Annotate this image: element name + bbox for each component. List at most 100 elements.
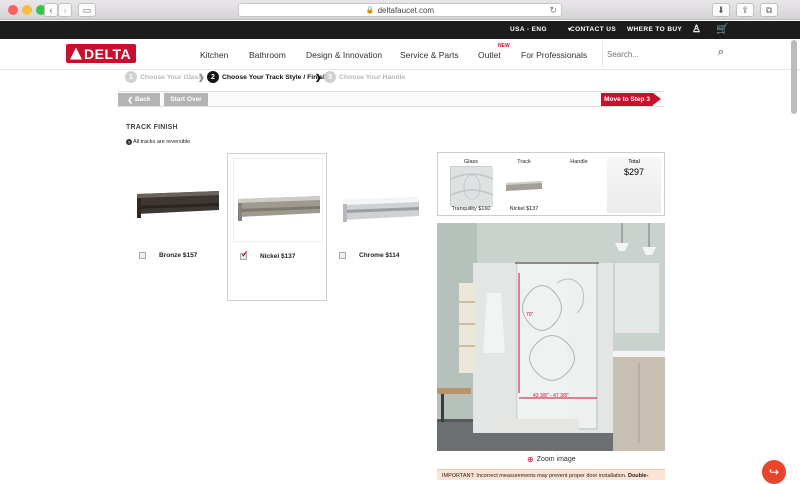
glass-pattern-graphic — [450, 167, 494, 207]
summary-handle: Handle — [552, 153, 606, 217]
page-scrollbar[interactable] — [791, 40, 797, 114]
where-to-buy-link[interactable]: WHERE TO BUY — [627, 26, 682, 33]
sidebar-toggle-button[interactable]: ▭ — [78, 3, 96, 17]
tabs-button[interactable]: ⧉ — [760, 3, 778, 17]
glass-thumbnail — [450, 166, 494, 207]
option-label[interactable]: ✓ Nickel $137 — [240, 249, 296, 260]
track-nickel-graphic — [238, 196, 320, 221]
step-label: Choose Your Handle — [339, 73, 406, 81]
search-box: ⌕ — [602, 41, 730, 67]
chevron-right-icon: ❯ — [198, 73, 205, 82]
track-bronze-graphic — [137, 191, 219, 218]
total-header: Total — [628, 159, 640, 165]
track-option-chrome[interactable]: Chrome $114 — [327, 153, 427, 301]
zoom-icon: ⊕ — [527, 455, 534, 464]
action-bar: ❮ Back Start Over Move to Step 3 — [118, 91, 664, 107]
track-caption: Nickel $137 — [509, 206, 539, 212]
step-label: Choose Your Track Style / Finish — [222, 73, 328, 81]
move-to-step-3-button[interactable]: Move to Step 3 — [601, 93, 653, 106]
nav-kitchen[interactable]: Kitchen — [200, 50, 228, 60]
checkbox[interactable] — [339, 252, 346, 259]
step-2[interactable]: 2 Choose Your Track Style / Finish — [207, 71, 327, 83]
new-badge: NEW — [498, 43, 510, 49]
track-thumbnail — [506, 181, 542, 191]
sidebar-icon: ▭ — [82, 4, 92, 15]
search-input[interactable] — [607, 47, 707, 61]
url-text: deltafaucet.com — [377, 5, 435, 15]
share-button[interactable]: ↪ — [762, 460, 786, 484]
arrow-right-icon[interactable] — [653, 93, 661, 105]
handle-header: Handle — [570, 159, 588, 165]
zoom-image-link[interactable]: ⊕ Zoom image — [527, 455, 576, 464]
delta-triangle-icon — [70, 47, 82, 60]
chevron-left-icon: ‹ — [49, 5, 53, 15]
nav-service-parts[interactable]: Service & Parts — [400, 50, 459, 60]
configuration-summary: Glass Tranquility $160 Track Nickel $137… — [437, 152, 665, 216]
utility-bar: USA - ENG ▾ CONTACT US WHERE TO BUY ♙ 🛒 — [0, 21, 800, 39]
contact-us-link[interactable]: CONTACT US — [570, 26, 616, 33]
zoom-label: Zoom image — [536, 456, 576, 463]
width-dimension: 43 3/8" - 47 3/8" — [533, 393, 569, 399]
step-label: Choose Your Glass — [140, 73, 203, 81]
downloads-button[interactable]: ⬇ — [712, 3, 730, 17]
step-number: 2 — [207, 71, 219, 83]
step-3[interactable]: 3 Choose Your Handle — [324, 71, 405, 83]
minimize-window-button[interactable] — [22, 5, 32, 15]
question-icon[interactable]: ? — [126, 139, 132, 145]
option-label[interactable]: Bronze $157 — [139, 252, 197, 259]
option-text: Bronze $157 — [159, 252, 198, 259]
step-number: 1 — [125, 71, 137, 83]
track-header: Track — [517, 159, 531, 165]
track-chrome-graphic — [343, 197, 419, 222]
checkmark-icon: ✓ — [241, 249, 249, 259]
option-text: Nickel $137 — [260, 253, 296, 260]
measurement-warning: IMPORTANT: Incorrect measurements may pr… — [437, 469, 665, 480]
share-arrow-icon: ↪ — [768, 465, 780, 479]
summary-track: Track Nickel $137 — [496, 153, 552, 217]
shower-preview-image[interactable]: 70" 43 3/8" - 47 3/8" — [437, 223, 665, 451]
section-title: TRACK FINISH — [126, 124, 178, 131]
bathroom-scene-graphic — [437, 223, 665, 451]
track-image-nickel — [234, 159, 322, 241]
account-icon[interactable]: ♙ — [692, 24, 701, 35]
chevron-right-icon: › — [63, 5, 67, 15]
share-browser-button[interactable]: ⇪ — [736, 3, 754, 17]
glass-header: Glass — [463, 159, 479, 165]
option-label[interactable]: Chrome $114 — [339, 252, 399, 259]
tabs-icon: ⧉ — [765, 4, 773, 15]
chevron-left-icon: ❮ — [127, 96, 133, 104]
region-selector[interactable]: USA - ENG — [510, 26, 547, 33]
track-option-bronze[interactable]: Bronze $157 — [127, 153, 227, 301]
track-option-nickel[interactable]: ✓ Nickel $137 — [227, 153, 327, 301]
back-button[interactable]: ❮ Back — [118, 93, 160, 106]
step-number: 3 — [324, 71, 336, 83]
option-text: Chrome $114 — [359, 252, 400, 259]
start-over-button[interactable]: Start Over — [164, 93, 208, 106]
delta-logo[interactable]: DELTA — [66, 44, 136, 63]
summary-total: Total $297 — [607, 157, 661, 213]
back-nav-button[interactable]: ‹ — [44, 3, 58, 17]
glass-caption: Tranquility $160 — [451, 206, 491, 212]
main-nav: DELTA Kitchen Bathroom Design & Innovati… — [0, 39, 800, 70]
download-icon: ⬇ — [717, 4, 725, 15]
nav-bathroom[interactable]: Bathroom — [249, 50, 286, 60]
search-icon[interactable]: ⌕ — [718, 46, 724, 59]
warning-text: IMPORTANT: Incorrect measurements may pr… — [442, 473, 627, 479]
warning-emphasis: Double- — [627, 473, 649, 479]
nav-outlet[interactable]: Outlet — [478, 50, 501, 60]
back-label: Back — [134, 96, 151, 103]
forward-nav-button[interactable]: › — [58, 3, 72, 17]
checkbox[interactable] — [139, 252, 146, 259]
reload-icon[interactable]: ↻ — [549, 5, 557, 16]
checkbox-checked[interactable]: ✓ — [240, 249, 249, 260]
nav-design-innovation[interactable]: Design & Innovation — [306, 50, 382, 60]
track-image-chrome — [333, 158, 421, 240]
lock-icon: 🔒 — [365, 7, 375, 14]
close-window-button[interactable] — [8, 5, 18, 15]
cart-icon[interactable]: 🛒 — [716, 24, 729, 35]
address-bar[interactable]: 🔒 deltafaucet.com ↻ — [238, 3, 562, 17]
nav-for-professionals[interactable]: For Professionals — [521, 50, 587, 60]
share-icon: ⇪ — [741, 4, 749, 15]
step-1[interactable]: 1 Choose Your Glass — [125, 71, 202, 83]
browser-toolbar: ‹ › ▭ 🔒 deltafaucet.com ↻ ⬇ ⇪ ⧉ — [0, 0, 800, 20]
